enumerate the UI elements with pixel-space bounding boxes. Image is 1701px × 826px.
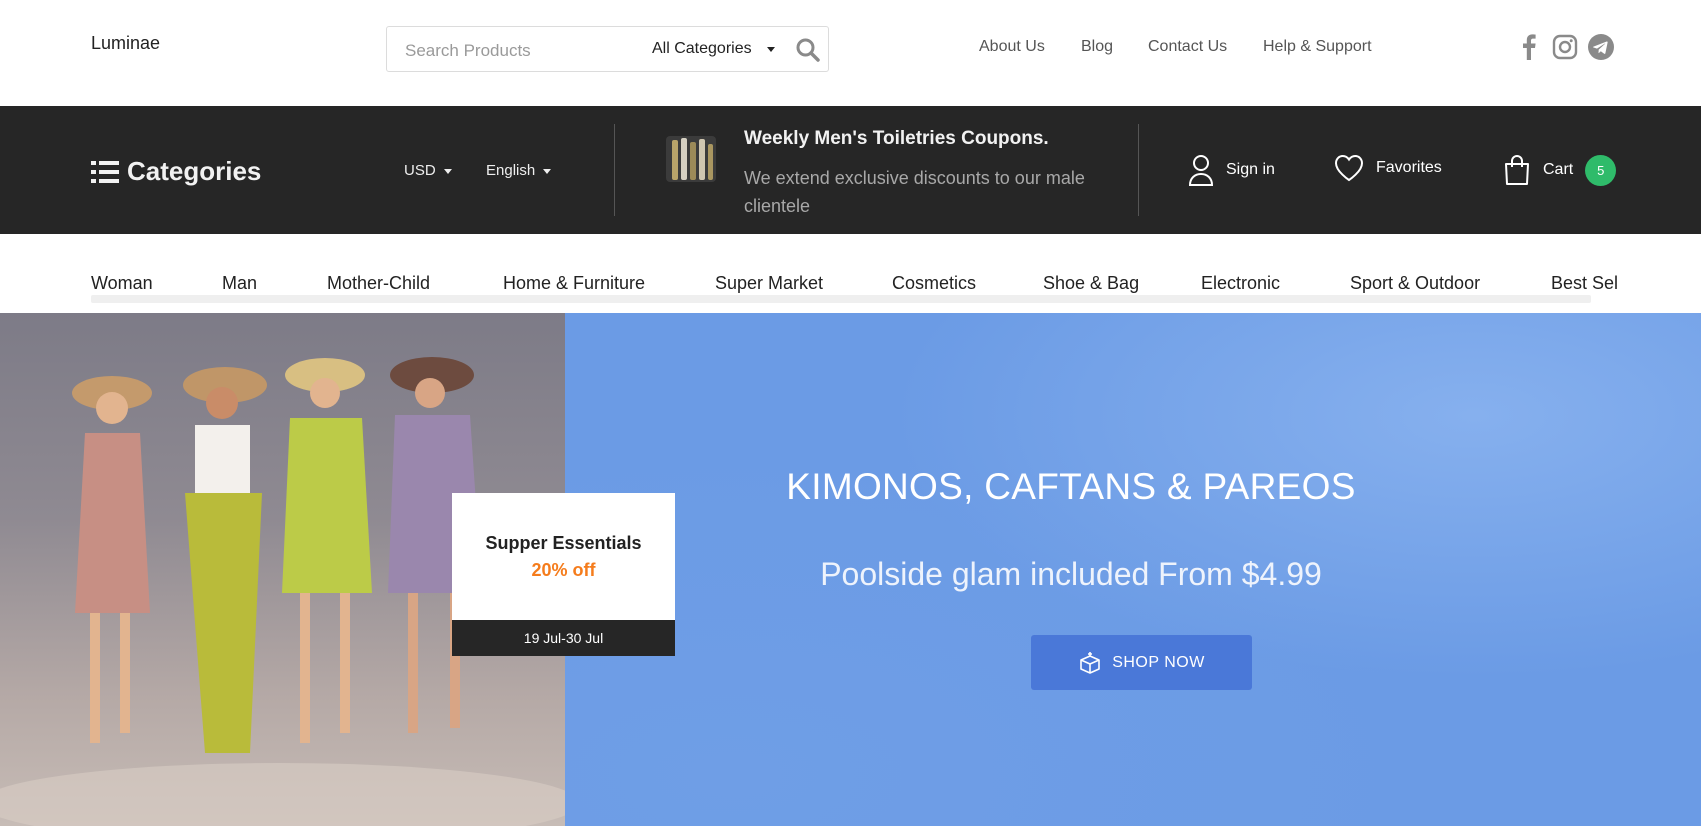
offer-dates: 19 Jul-30 Jul xyxy=(452,620,675,656)
nav-item-man[interactable]: Man xyxy=(222,273,257,294)
language-dropdown[interactable]: English xyxy=(486,162,552,179)
gift-box-icon xyxy=(1080,651,1100,674)
search-bar: Search Products All Categories xyxy=(386,26,829,72)
shopping-bag-icon xyxy=(1505,155,1529,185)
site-logo[interactable]: Luminae xyxy=(91,33,160,54)
shop-now-label: SHOP NOW xyxy=(1112,653,1205,671)
nav-item-sport-outdoor[interactable]: Sport & Outdoor xyxy=(1350,273,1480,294)
list-icon xyxy=(91,160,119,183)
promo-title[interactable]: Weekly Men's Toiletries Coupons. xyxy=(744,128,1049,150)
search-input[interactable]: Search Products xyxy=(405,41,625,61)
hero-subtitle: Poolside glam included From $4.99 xyxy=(820,556,1322,592)
promo-text: We extend exclusive discounts to our mal… xyxy=(744,168,1085,216)
chevron-down-icon xyxy=(443,168,452,174)
nav-item-shoe-bag[interactable]: Shoe & Bag xyxy=(1043,273,1139,294)
facebook-icon[interactable] xyxy=(1516,34,1542,60)
nav-item-woman[interactable]: Woman xyxy=(91,273,153,294)
heart-icon xyxy=(1334,154,1364,182)
sign-in-label: Sign in xyxy=(1226,161,1275,178)
contact-us-link[interactable]: Contact Us xyxy=(1148,38,1227,56)
toiletries-image xyxy=(666,136,716,182)
favorites-label: Favorites xyxy=(1376,159,1442,176)
divider xyxy=(614,124,615,216)
about-us-link[interactable]: About Us xyxy=(979,38,1045,56)
top-header: Luminae Search Products All Categories A… xyxy=(0,0,1701,106)
chevron-down-icon[interactable] xyxy=(767,47,775,52)
help-support-link[interactable]: Help & Support xyxy=(1263,38,1372,56)
nav-item-cosmetics[interactable]: Cosmetics xyxy=(892,273,976,294)
telegram-icon[interactable] xyxy=(1588,34,1614,60)
sign-in-link[interactable]: Sign in xyxy=(1188,154,1275,186)
categories-label: Categories xyxy=(127,156,262,186)
search-category-select[interactable]: All Categories xyxy=(652,40,752,58)
divider xyxy=(1138,124,1139,216)
offer-title: Supper Essentials xyxy=(485,533,642,553)
cart-label: Cart xyxy=(1543,161,1574,178)
currency-dropdown[interactable]: USD xyxy=(404,162,452,179)
hero-title: KIMONOS, CAFTANS & PAREOS xyxy=(786,466,1356,507)
currency-value: USD xyxy=(404,162,436,179)
nav-item-super-market[interactable]: Super Market xyxy=(715,273,823,294)
cart-count-badge: 5 xyxy=(1585,154,1617,186)
nav-item-best-sellers[interactable]: Best Sel xyxy=(1551,273,1618,294)
shop-now-button[interactable]: SHOP NOW xyxy=(1031,635,1252,690)
cart-link[interactable]: Cart 5 xyxy=(1503,154,1617,186)
categories-menu[interactable]: Categories xyxy=(91,156,261,187)
nav-item-electronic[interactable]: Electronic xyxy=(1201,273,1280,294)
nav-scrollbar[interactable] xyxy=(91,295,1591,303)
language-value: English xyxy=(486,162,536,179)
search-icon[interactable] xyxy=(795,37,821,63)
user-icon xyxy=(1188,155,1214,186)
favorites-link[interactable]: Favorites xyxy=(1334,154,1442,182)
nav-item-home-furniture[interactable]: Home & Furniture xyxy=(503,273,645,294)
instagram-icon[interactable] xyxy=(1552,34,1578,60)
utility-bar: Categories USD English Weekly Men's Toil… xyxy=(0,106,1701,234)
blog-link[interactable]: Blog xyxy=(1081,38,1113,56)
nav-item-mother-child[interactable]: Mother-Child xyxy=(327,273,430,294)
chevron-down-icon xyxy=(543,168,552,174)
